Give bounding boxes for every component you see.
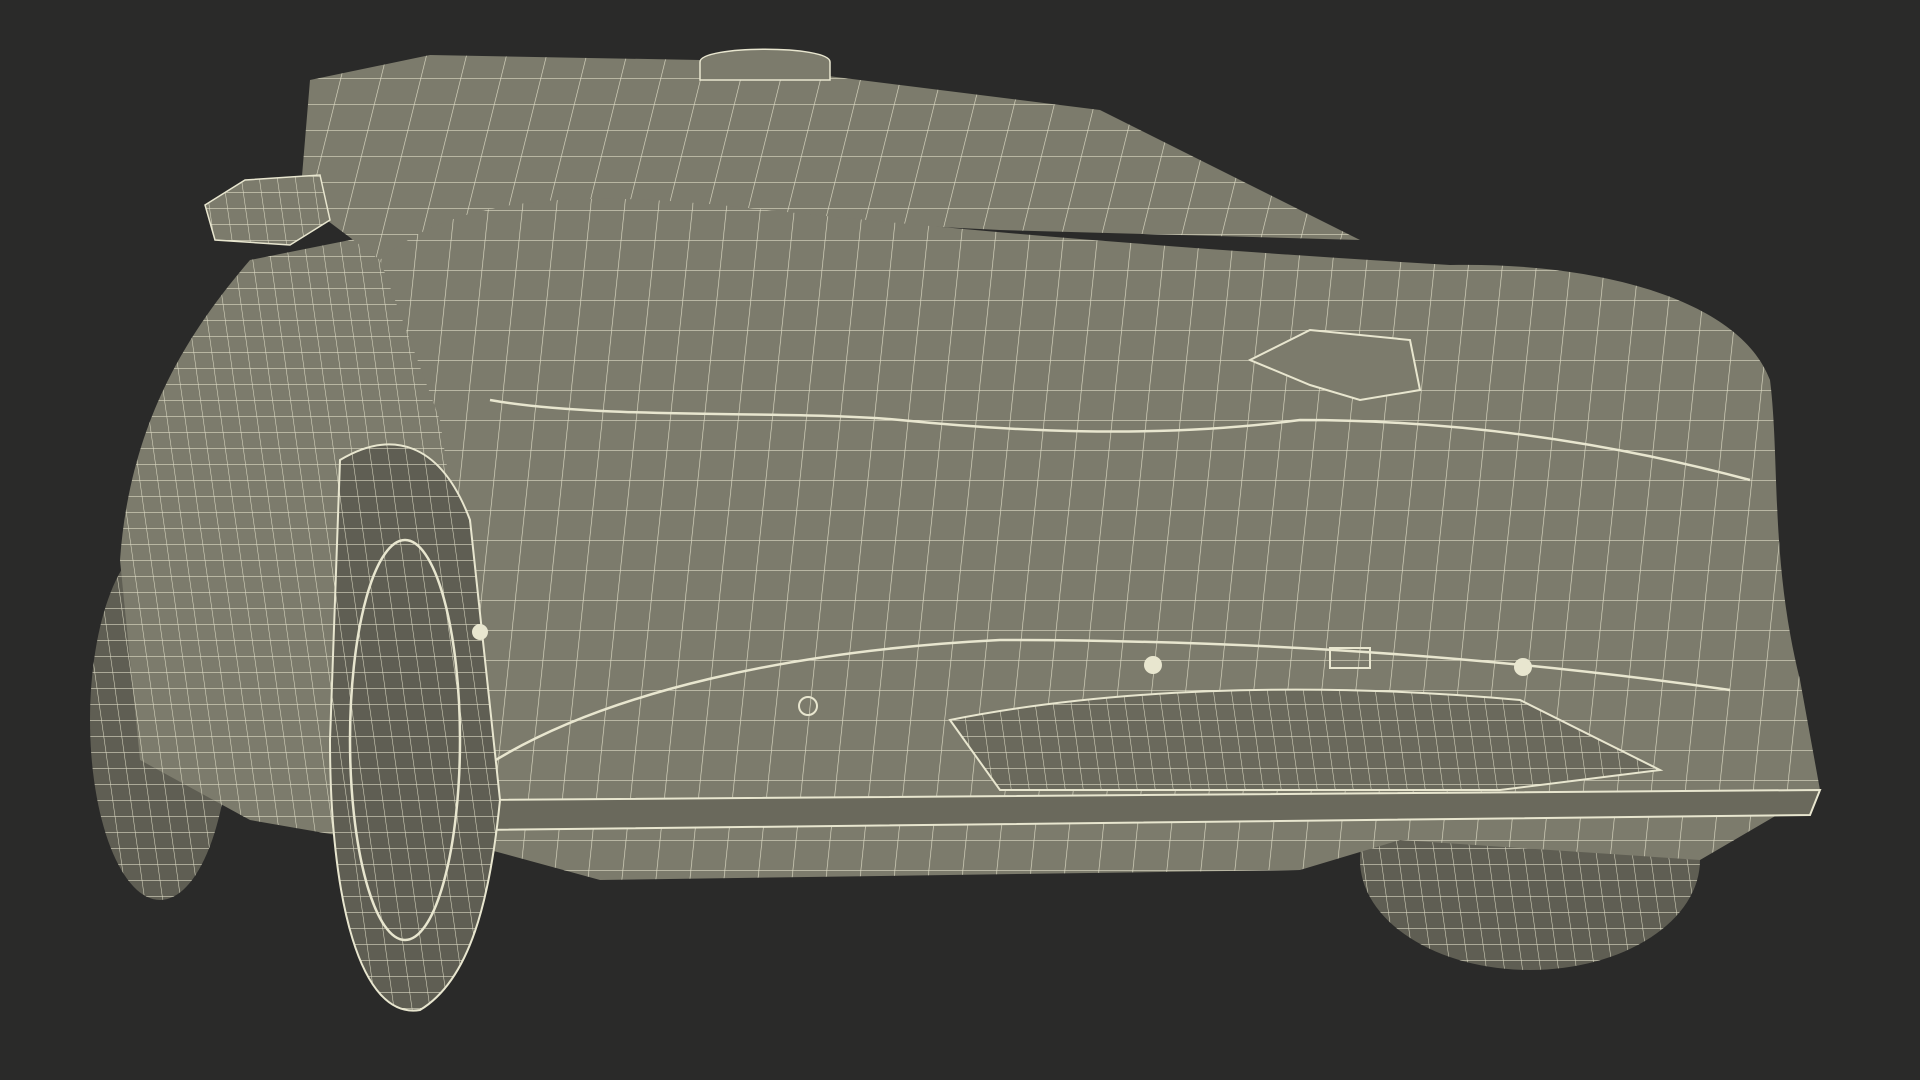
side-mirror bbox=[204, 174, 331, 246]
wireframe-car-render bbox=[90, 48, 1822, 1012]
render-viewport[interactable] bbox=[0, 0, 1920, 1080]
car-front-body bbox=[380, 198, 1822, 880]
